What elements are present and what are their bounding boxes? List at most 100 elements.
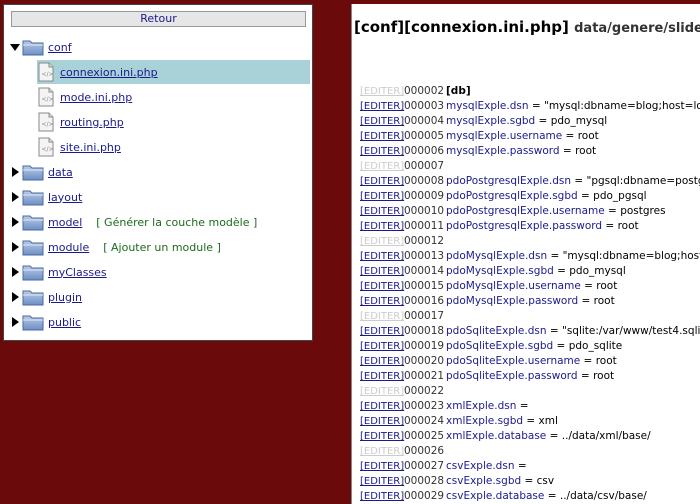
edit-link[interactable]: [EDITER] <box>360 249 404 264</box>
edit-link: [EDITER] <box>360 309 404 324</box>
config-key: pdoMysqlExple.password <box>446 295 578 307</box>
line-number: 000016 <box>404 294 446 309</box>
config-key: pdoMysqlExple.sgbd <box>446 265 554 277</box>
edit-link[interactable]: [EDITER] <box>360 99 404 114</box>
edit-link[interactable]: [EDITER] <box>360 459 404 474</box>
edit-link[interactable]: [EDITER] <box>360 429 404 444</box>
tree-item-mode-ini-php[interactable]: </>mode.ini.php <box>38 85 132 109</box>
equals-sign: = <box>578 190 593 202</box>
config-key: pdoMysqlExple.dsn <box>446 250 547 262</box>
edit-link[interactable]: [EDITER] <box>360 294 404 309</box>
equals-sign: = <box>578 295 593 307</box>
folder-icon <box>22 38 44 56</box>
edit-link[interactable]: [EDITER] <box>360 264 404 279</box>
svg-text:</>: </> <box>42 71 54 78</box>
folder-icon <box>22 188 44 206</box>
expand-arrow-icon[interactable] <box>10 241 20 253</box>
edit-link: [EDITER] <box>360 159 404 174</box>
edit-link[interactable]: [EDITER] <box>360 399 404 414</box>
config-line: [EDITER]000003mysqlExple.dsn = "mysql:db… <box>360 99 700 114</box>
line-number: 000014 <box>404 264 446 279</box>
tree-item-label[interactable]: plugin <box>48 291 82 304</box>
tree-item-routing-php[interactable]: </>routing.php <box>38 110 124 134</box>
folder-icon <box>22 163 44 181</box>
expand-arrow-icon[interactable] <box>10 266 20 278</box>
tree-item-connexion-ini-php[interactable]: </> connexion.ini.php <box>37 60 310 84</box>
edit-link: [EDITER] <box>360 444 404 459</box>
tree-item-label[interactable]: mode.ini.php <box>60 91 132 104</box>
expand-arrow-icon[interactable] <box>10 291 20 303</box>
line-number: 000010 <box>404 204 446 219</box>
tree-item-label[interactable]: routing.php <box>60 116 124 129</box>
tree-item-label[interactable]: site.ini.php <box>60 141 121 154</box>
config-value: ../data/xml/base/ <box>562 430 651 442</box>
edit-link[interactable]: [EDITER] <box>360 339 404 354</box>
edit-link[interactable]: [EDITER] <box>360 279 404 294</box>
config-line: [EDITER]000028csvExple.sgbd = csv <box>360 474 700 489</box>
config-key: csvExple.database <box>446 490 544 502</box>
tree-item-label[interactable]: conf <box>48 41 72 54</box>
edit-link[interactable]: [EDITER] <box>360 204 404 219</box>
tree-item-data[interactable]: data <box>10 160 73 184</box>
tree-item-action-link[interactable]: [ Générer la couche modèle ] <box>96 216 257 229</box>
edit-link[interactable]: [EDITER] <box>360 414 404 429</box>
tree-item-plugin[interactable]: plugin <box>10 285 82 309</box>
config-key: pdoSqliteExple.username <box>446 355 580 367</box>
config-line: [EDITER]000014pdoMysqlExple.sgbd = pdo_m… <box>360 264 700 279</box>
config-line: [EDITER]000015pdoMysqlExple.username = r… <box>360 279 700 294</box>
edit-link[interactable]: [EDITER] <box>360 369 404 384</box>
config-line: [EDITER]000008pdoPostgresqlExple.dsn = "… <box>360 174 700 189</box>
edit-link[interactable]: [EDITER] <box>360 189 404 204</box>
tree-item-myclasses[interactable]: myClasses <box>10 260 107 284</box>
equals-sign: = <box>580 355 595 367</box>
expand-arrow-icon[interactable] <box>10 316 20 328</box>
back-button[interactable]: Retour <box>11 11 306 27</box>
edit-link[interactable]: [EDITER] <box>360 354 404 369</box>
svg-text:</>: </> <box>42 146 54 153</box>
edit-link[interactable]: [EDITER] <box>360 219 404 234</box>
line-number: 000008 <box>404 174 446 189</box>
edit-link[interactable]: [EDITER] <box>360 144 404 159</box>
tree-item-action-link[interactable]: [ Ajouter un module ] <box>103 241 221 254</box>
tree-item-label[interactable]: myClasses <box>48 266 107 279</box>
collapse-arrow-icon[interactable] <box>10 41 20 53</box>
config-value: root <box>596 355 617 367</box>
tree-item-module[interactable]: module [ Ajouter un module ] <box>10 235 221 259</box>
file-tree-panel: Retour conf</>connexion.ini.php</>mode.i… <box>3 4 313 341</box>
tree-item-label[interactable]: model <box>48 216 82 229</box>
folder-icon <box>22 313 44 331</box>
config-key: pdoPostgresqlExple.username <box>446 205 605 217</box>
folder-icon <box>22 238 44 256</box>
edit-link[interactable]: [EDITER] <box>360 174 404 189</box>
edit-link[interactable]: [EDITER] <box>360 114 404 129</box>
line-number: 000009 <box>404 189 446 204</box>
code-file-icon: </> <box>38 137 54 157</box>
line-number: 000015 <box>404 279 446 294</box>
tree-item-label[interactable]: connexion.ini.php <box>60 66 158 79</box>
edit-link: [EDITER] <box>360 234 404 249</box>
tree-item-public[interactable]: public <box>10 310 81 334</box>
edit-link[interactable]: [EDITER] <box>360 489 404 504</box>
config-key: xmlExple.sgbd <box>446 415 523 427</box>
equals-sign: = <box>562 130 577 142</box>
expand-arrow-icon[interactable] <box>10 216 20 228</box>
tree-item-site-ini-php[interactable]: </> site.ini.php <box>38 135 121 159</box>
tree-item-label[interactable]: public <box>48 316 81 329</box>
edit-link[interactable]: [EDITER] <box>360 474 404 489</box>
equals-sign: = <box>581 280 596 292</box>
tree-item-label[interactable]: data <box>48 166 73 179</box>
edit-link[interactable]: [EDITER] <box>360 129 404 144</box>
tree-item-label[interactable]: layout <box>48 191 82 204</box>
expand-arrow-icon[interactable] <box>10 166 20 178</box>
tree-item-conf[interactable]: conf <box>10 35 72 59</box>
line-number: 000002 <box>404 84 446 99</box>
expand-arrow-icon[interactable] <box>10 191 20 203</box>
config-value: root <box>596 280 617 292</box>
tree-item-layout[interactable]: layout <box>10 185 82 209</box>
config-line: [EDITER]000002[db] <box>360 84 700 99</box>
tree-item-model[interactable]: model [ Générer la couche modèle ] <box>10 210 257 234</box>
edit-link[interactable]: [EDITER] <box>360 324 404 339</box>
line-number: 000020 <box>404 354 446 369</box>
config-line: [EDITER]000009pdoPostgresqlExple.sgbd = … <box>360 189 700 204</box>
tree-item-label[interactable]: module <box>48 241 89 254</box>
